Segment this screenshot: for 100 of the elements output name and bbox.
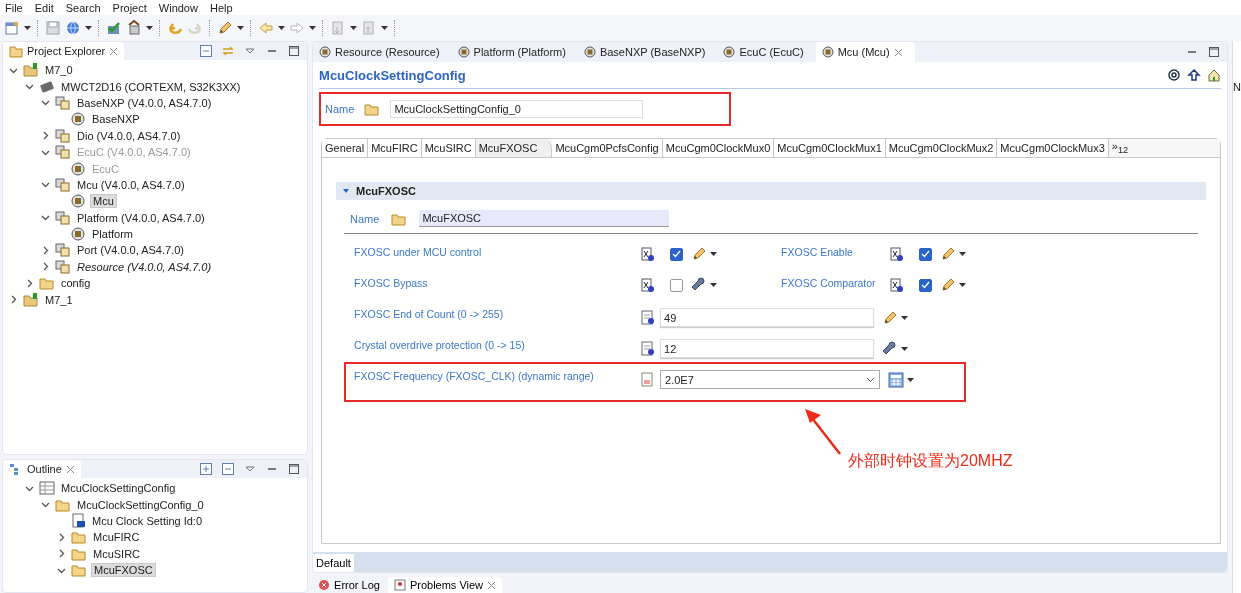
more-tabs-button[interactable]: »$_{12}$ bbox=[1108, 139, 1132, 157]
tree-item[interactable]: McuFXOSC bbox=[91, 563, 156, 578]
close-icon[interactable] bbox=[487, 580, 497, 590]
menu-item[interactable]: Edit bbox=[34, 1, 54, 14]
up-arrow-icon[interactable] bbox=[1187, 68, 1202, 82]
menu-item[interactable]: Search bbox=[65, 1, 101, 14]
view-tab[interactable]: Error Log bbox=[312, 577, 386, 593]
close-icon[interactable] bbox=[109, 46, 119, 56]
tree-item[interactable]: Platform (V4.0.0, AS4.7.0) bbox=[75, 211, 207, 224]
tab[interactable]: McuCgm0PcfsConfig bbox=[552, 139, 663, 157]
close-icon[interactable] bbox=[893, 47, 903, 57]
pencil-icon[interactable] bbox=[940, 246, 957, 262]
view-tab[interactable]: Problems View bbox=[387, 577, 503, 593]
editor-tab[interactable]: EcuC (EcuC) bbox=[717, 42, 816, 62]
expand-all-icon[interactable] bbox=[199, 462, 214, 476]
collapse-all-icon[interactable] bbox=[199, 44, 214, 58]
collapsed-chevron-icon[interactable] bbox=[41, 131, 50, 141]
expanded-chevron-icon[interactable] bbox=[41, 213, 50, 223]
tree-item[interactable]: McuSIRC bbox=[91, 547, 143, 560]
tree-item[interactable]: Resource (V4.0.0, AS4.7.0) bbox=[75, 260, 214, 273]
tree-item[interactable]: M7_0 bbox=[43, 64, 75, 77]
editor-tab[interactable]: Platform (Platform) bbox=[451, 42, 578, 62]
tree-item[interactable]: Port (V4.0.0, AS4.7.0) bbox=[75, 244, 186, 257]
menu-item[interactable]: Project bbox=[112, 1, 147, 14]
tree-item[interactable]: config bbox=[59, 277, 93, 290]
close-icon[interactable] bbox=[65, 464, 75, 474]
menu-item[interactable]: Help bbox=[209, 1, 233, 14]
chevron-down-icon[interactable] bbox=[866, 376, 876, 383]
tab[interactable]: General bbox=[322, 139, 369, 157]
collapse-all-icon[interactable] bbox=[221, 462, 236, 476]
view-tab[interactable]: Project Explorer bbox=[3, 42, 125, 60]
maximize-icon[interactable] bbox=[1207, 45, 1222, 59]
tab[interactable]: McuFIRC bbox=[368, 139, 422, 157]
value-field[interactable]: 12 bbox=[660, 339, 875, 358]
tree-item[interactable]: Platform bbox=[90, 228, 135, 241]
tree-item[interactable]: McuFIRC bbox=[91, 531, 142, 544]
collapsed-chevron-icon[interactable] bbox=[25, 278, 34, 288]
checkbox[interactable] bbox=[919, 247, 933, 261]
tab[interactable]: McuFXOSC bbox=[475, 139, 553, 157]
tree-item[interactable]: Mcu (V4.0.0, AS4.7.0) bbox=[75, 178, 187, 191]
tree-item[interactable]: BaseNXP bbox=[90, 113, 142, 126]
editor-tab[interactable]: Resource (Resource) bbox=[313, 42, 452, 62]
menu-item[interactable]: Window bbox=[158, 1, 198, 14]
tab[interactable]: McuCgm0ClockMux1 bbox=[774, 139, 886, 157]
globe-icon[interactable] bbox=[65, 20, 81, 36]
name-field[interactable]: McuFXOSC bbox=[419, 210, 670, 227]
tree-item[interactable]: MWCT2D16 (CORTEXM, S32K3XX) bbox=[59, 80, 243, 93]
pencil-icon[interactable] bbox=[882, 309, 899, 326]
section-header[interactable]: McuFXOSC bbox=[336, 182, 1207, 200]
collapsed-chevron-icon[interactable] bbox=[41, 246, 50, 255]
checkbox[interactable] bbox=[670, 278, 684, 292]
expanded-chevron-icon[interactable] bbox=[41, 500, 50, 510]
config-icon bbox=[70, 226, 86, 243]
expanded-chevron-icon[interactable] bbox=[25, 82, 34, 92]
parameter-label: FXOSC Comparator bbox=[781, 277, 877, 289]
field-label: Name bbox=[350, 212, 380, 225]
wrench-icon[interactable] bbox=[882, 340, 899, 357]
config-icon bbox=[70, 193, 86, 210]
tab[interactable]: McuCgm0ClockMux3 bbox=[997, 139, 1109, 157]
editor-tab[interactable]: BaseNXP (BaseNXP) bbox=[577, 42, 718, 62]
menu-item[interactable]: File bbox=[5, 1, 23, 14]
tab[interactable]: McuCgm0ClockMux2 bbox=[885, 139, 998, 157]
collapsed-chevron-icon[interactable] bbox=[9, 295, 18, 305]
tree-item[interactable]: M7_1 bbox=[43, 293, 75, 306]
caret-icon bbox=[146, 26, 153, 30]
checkbox[interactable] bbox=[919, 278, 933, 292]
collapsed-chevron-icon[interactable] bbox=[57, 532, 66, 542]
expanded-chevron-icon[interactable] bbox=[41, 180, 50, 190]
tab[interactable]: McuSIRC bbox=[421, 139, 476, 157]
pencil-icon[interactable] bbox=[940, 277, 957, 293]
collapsed-chevron-icon[interactable] bbox=[57, 549, 66, 559]
expanded-triangle-icon[interactable] bbox=[342, 187, 351, 195]
new-file-icon[interactable] bbox=[4, 20, 20, 36]
tree-item[interactable]: McuClockSettingConfig_0 bbox=[75, 498, 206, 511]
annotation-text: 外部时钟设置为20MHZ bbox=[848, 451, 1013, 471]
tab[interactable]: McuCgm0ClockMux0 bbox=[662, 139, 775, 157]
tree-item[interactable]: Mcu bbox=[90, 194, 117, 209]
tree-item[interactable]: Mcu Clock Setting Id:0 bbox=[90, 514, 205, 527]
check-icon[interactable] bbox=[106, 20, 122, 36]
maximize-icon[interactable] bbox=[287, 44, 302, 58]
value-field[interactable]: 49 bbox=[660, 308, 875, 327]
collapsed-chevron-icon[interactable] bbox=[41, 262, 50, 272]
calculator-icon[interactable] bbox=[888, 371, 905, 388]
maximize-icon[interactable] bbox=[287, 462, 302, 476]
tree-item[interactable]: Dio (V4.0.0, AS4.7.0) bbox=[75, 129, 183, 142]
tree-item[interactable]: BaseNXP (V4.0.0, AS4.7.0) bbox=[75, 96, 214, 109]
name-field[interactable]: McuClockSettingConfig_0 bbox=[390, 100, 644, 118]
caret-icon bbox=[85, 26, 92, 30]
value-dropdown[interactable]: 2.0E7 bbox=[660, 370, 881, 389]
home-icon[interactable] bbox=[1207, 68, 1222, 82]
pencil-icon[interactable] bbox=[217, 20, 233, 36]
pencil-icon[interactable] bbox=[691, 246, 708, 262]
folder-icon bbox=[39, 275, 55, 292]
expanded-chevron-icon[interactable] bbox=[41, 98, 50, 108]
wrench-icon[interactable] bbox=[691, 277, 708, 293]
view-tab[interactable]: Outline bbox=[3, 460, 81, 478]
checkbox[interactable] bbox=[670, 247, 684, 261]
tree-item[interactable]: McuClockSettingConfig bbox=[59, 482, 178, 495]
editor-tab[interactable]: Mcu (Mcu) bbox=[815, 42, 915, 62]
page-tab[interactable]: Default bbox=[313, 554, 354, 573]
